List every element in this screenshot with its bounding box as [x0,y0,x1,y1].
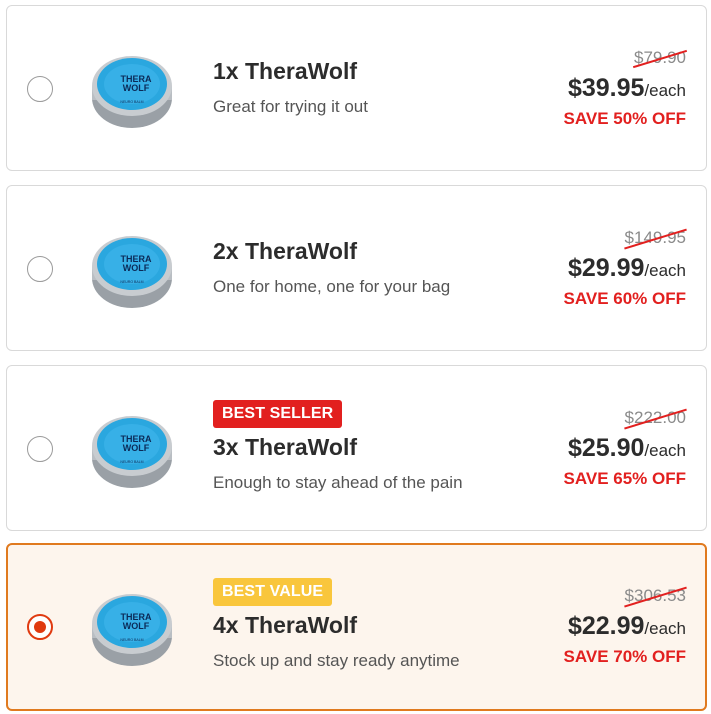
package-option-4[interactable]: THERA WOLF NEURO BALM BEST VALUE 4x Ther… [6,543,707,711]
package-option-1[interactable]: THERA WOLF NEURO BALM 1x TheraWolf Great… [6,5,707,171]
package-title: 2x TheraWolf [213,238,357,264]
therawolf-tin-icon: THERA WOLF NEURO BALM [92,594,172,666]
old-price: $149.95 [623,228,687,250]
package-description: Stock up and stay ready anytime [213,651,460,670]
svg-text:WOLF: WOLF [123,263,150,273]
package-option-3[interactable]: THERA WOLF NEURO BALM BEST SELLER 3x The… [6,365,707,531]
therawolf-tin-icon: THERA WOLF NEURO BALM [92,416,172,488]
package-title: 1x TheraWolf [213,58,357,84]
package-title: 4x TheraWolf [213,612,357,638]
old-price: $222.00 [623,408,687,430]
package-title: 3x TheraWolf [213,434,357,460]
therawolf-tin-icon: THERA WOLF NEURO BALM [92,56,172,128]
save-label: SAVE 60% OFF [563,289,687,308]
package-option-2[interactable]: THERA WOLF NEURO BALM 2x TheraWolf One f… [6,185,707,351]
save-label: SAVE 65% OFF [563,469,687,488]
old-price: $306.53 [623,586,687,608]
old-price: $79.90 [632,48,688,69]
best-value-badge: BEST VALUE [213,578,333,606]
svg-text:WOLF: WOLF [123,621,150,631]
package-radio-1[interactable] [27,76,53,102]
svg-text:NEURO BALM: NEURO BALM [120,638,143,642]
svg-text:WOLF: WOLF [123,443,150,453]
therawolf-tin-icon: THERA WOLF NEURO BALM [92,236,172,308]
svg-text:NEURO BALM: NEURO BALM [120,280,143,284]
package-description: Great for trying it out [213,97,368,116]
save-label: SAVE 70% OFF [563,647,687,666]
current-price: $25.90/each [567,434,686,462]
package-radio-4[interactable] [27,614,53,640]
svg-text:WOLF: WOLF [123,83,150,93]
package-radio-2[interactable] [27,256,53,282]
package-radio-3[interactable] [27,436,53,462]
package-description: Enough to stay ahead of the pain [213,473,463,492]
package-description: One for home, one for your bag [213,277,451,296]
svg-text:NEURO BALM: NEURO BALM [120,460,143,464]
current-price: $22.99/each [567,612,686,640]
best-seller-badge: BEST SELLER [213,400,343,428]
current-price: $29.99/each [567,254,686,282]
current-price: $39.95/each [567,74,686,102]
save-label: SAVE 50% OFF [563,109,687,128]
svg-text:NEURO BALM: NEURO BALM [120,100,143,104]
